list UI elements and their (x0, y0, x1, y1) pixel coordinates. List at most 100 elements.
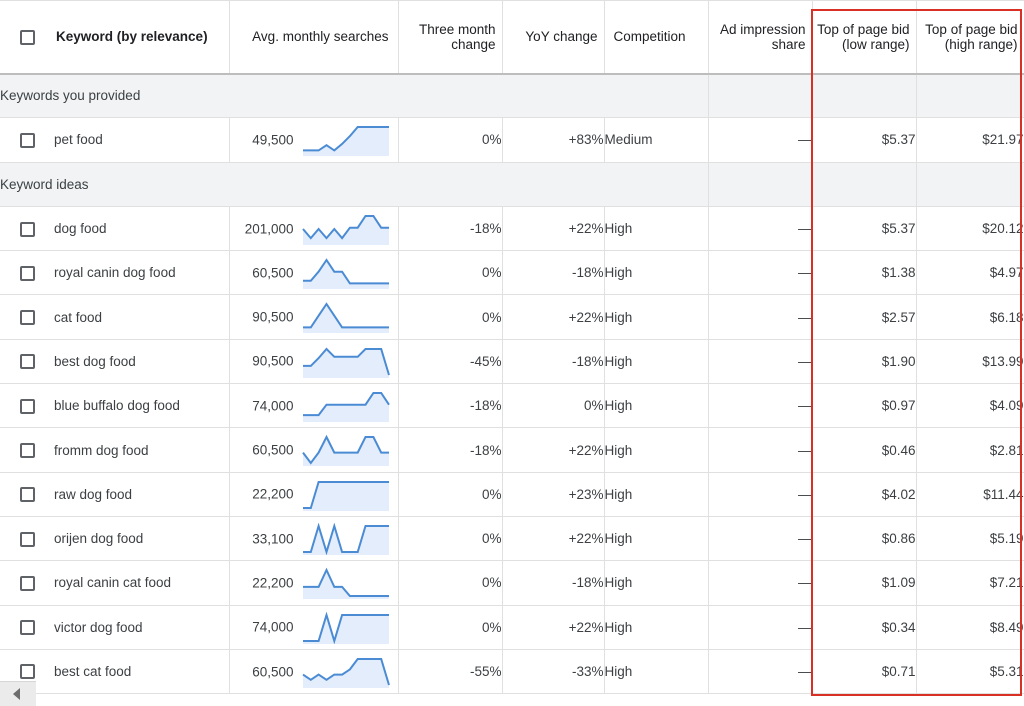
table-row[interactable]: blue buffalo dog food 74,000 -18% 0% High — $0… (0, 383, 1024, 429)
yoy-change-cell: +22% (502, 605, 605, 650)
yoy-change-cell: -18% (502, 250, 605, 296)
three-month-change-cell: 0% (398, 605, 503, 650)
row-checkbox-cell[interactable] (0, 250, 54, 296)
column-header-bid-high[interactable]: Top of page bid (high range) (916, 0, 1024, 75)
competition-cell: High (604, 560, 709, 606)
three-month-change-cell: -45% (398, 339, 503, 385)
row-checkbox[interactable] (19, 310, 35, 326)
column-header-keyword[interactable]: Keyword (by relevance) (54, 0, 230, 75)
table-row[interactable]: best cat food 60,500 -55% -33% High — $0.71 $5.… (0, 649, 1024, 695)
row-checkbox[interactable] (19, 487, 35, 503)
row-checkbox-cell[interactable] (0, 117, 54, 163)
group-row-ideas-label: Keyword ideas (0, 162, 709, 207)
avg-monthly-searches-cell: 60,500 (229, 427, 399, 473)
column-header-yoy-change[interactable]: YoY change (502, 0, 605, 75)
keyword-cell: cat food (54, 294, 230, 340)
three-month-change-cell: 0% (398, 472, 503, 517)
search-trend-sparkline (301, 657, 390, 688)
three-month-change-cell: 0% (398, 294, 503, 340)
row-checkbox[interactable] (19, 221, 35, 237)
table-header: Keyword (by relevance) Avg. monthly sear… (0, 0, 1024, 75)
table-row[interactable]: dog food 201,000 -18% +22% High — $5.37 $20.12 (0, 206, 1024, 252)
row-checkbox-cell[interactable] (0, 605, 54, 650)
column-header-ad-impression-share[interactable]: Ad impression share (708, 0, 813, 75)
row-checkbox-cell[interactable] (0, 516, 54, 562)
search-trend-sparkline (302, 567, 389, 600)
row-checkbox[interactable] (19, 664, 35, 680)
yoy-change-cell: -33% (502, 649, 605, 695)
table-row[interactable]: best dog food 90,500 -45% -18% High — $1.90 $13… (0, 339, 1024, 385)
search-trend-sparkline (302, 302, 389, 334)
table-row[interactable]: cat food 90,500 0% +22% High — $2.57 $6.18 (0, 294, 1024, 340)
ad-impression-share-cell: — (708, 560, 813, 606)
ad-impression-share-cell: — (708, 427, 813, 473)
search-trend-sparkline (302, 392, 390, 423)
sparkline-area (302, 393, 389, 423)
bid-high-cell: $20.12 (916, 206, 1024, 252)
keyword-ideas-table: Keyword (by relevance) Avg. monthly sear… (0, 0, 1024, 695)
search-volume: 74,000 (252, 619, 294, 635)
search-trend-sparkline (302, 347, 390, 378)
competition-cell: High (604, 472, 709, 517)
table-body: Keywords you provided pet food 49,500 0% +83… (0, 73, 1024, 695)
table-row[interactable]: royal canin dog food 60,500 0% -18% High — $1.… (0, 250, 1024, 296)
row-checkbox[interactable] (19, 398, 35, 414)
three-month-change-cell: -55% (398, 649, 503, 695)
group-row-provided-spacer-high (916, 73, 1024, 119)
avg-monthly-searches-cell: 33,100 (229, 516, 399, 562)
yoy-change-cell: +22% (502, 294, 605, 340)
keyword-cell: royal canin cat food (54, 560, 230, 606)
table-row[interactable]: royal canin cat food 22,200 0% -18% High — $1.… (0, 560, 1024, 606)
yoy-change-cell: +23% (502, 472, 605, 517)
horizontal-scroll-left-button[interactable] (0, 681, 36, 706)
sparkline-area (302, 614, 389, 644)
bid-high-cell: $21.97 (916, 117, 1024, 163)
ad-impression-share-cell: — (708, 250, 813, 296)
table-row[interactable]: fromm dog food 60,500 -18% +22% High — $0.46 $2… (0, 427, 1024, 473)
row-checkbox-cell[interactable] (0, 206, 54, 252)
group-row-ideas: Keyword ideas (0, 162, 1024, 207)
search-trend-sparkline (301, 435, 389, 467)
competition-cell: High (604, 649, 709, 695)
row-checkbox-cell[interactable] (0, 472, 54, 517)
row-checkbox[interactable] (19, 531, 35, 547)
table-row[interactable]: victor dog food 74,000 0% +22% High — $0.34 $8.… (0, 605, 1024, 650)
table-row[interactable]: pet food 49,500 0% +83% Medium — $5.37 $21.97 (0, 117, 1024, 163)
bid-low-cell: $5.37 (812, 117, 917, 163)
row-checkbox-cell[interactable] (0, 560, 54, 606)
select-all-checkbox-cell[interactable] (0, 0, 54, 75)
ad-impression-share-cell: — (708, 383, 813, 429)
column-header-competition[interactable]: Competition (604, 0, 709, 75)
row-checkbox-cell[interactable] (0, 294, 54, 340)
group-row-provided-spacer (708, 73, 813, 119)
bid-high-cell: $5.31 (916, 649, 1024, 695)
avg-monthly-searches-cell: 22,200 (229, 560, 399, 606)
search-trend-sparkline (302, 126, 389, 157)
avg-monthly-searches-cell: 60,500 (229, 250, 399, 296)
row-checkbox[interactable] (19, 132, 35, 148)
row-checkbox[interactable] (19, 265, 35, 281)
search-trend-sparkline (301, 214, 389, 245)
column-header-bid-low[interactable]: Top of page bid (low range) (812, 0, 917, 75)
row-checkbox-cell[interactable] (0, 383, 54, 429)
row-checkbox[interactable] (19, 354, 35, 370)
search-volume: 60,500 (252, 265, 294, 281)
sparkline-area (302, 127, 389, 157)
table-row[interactable]: raw dog food 22,200 0% +23% High — $4.02 $11.44 (0, 472, 1024, 517)
column-header-avg-monthly-searches[interactable]: Avg. monthly searches (229, 0, 399, 75)
row-checkbox[interactable] (19, 442, 35, 458)
search-trend-sparkline (302, 258, 389, 290)
select-all-checkbox[interactable] (19, 29, 35, 45)
table-row[interactable]: orijen dog food 33,100 0% +22% High — $0.86 $5.… (0, 516, 1024, 562)
column-header-three-month-change[interactable]: Three month change (398, 0, 503, 75)
ad-impression-share-cell: — (708, 206, 813, 252)
bid-high-cell: $11.44 (916, 472, 1024, 517)
row-checkbox[interactable] (19, 620, 35, 636)
row-checkbox-cell[interactable] (0, 427, 54, 473)
three-month-change-cell: -18% (398, 383, 503, 429)
keyword-cell: best dog food (54, 339, 230, 385)
ad-impression-share-cell: — (708, 605, 813, 650)
row-checkbox-cell[interactable] (0, 339, 54, 385)
bid-low-cell: $4.02 (812, 472, 917, 517)
row-checkbox[interactable] (19, 575, 35, 591)
